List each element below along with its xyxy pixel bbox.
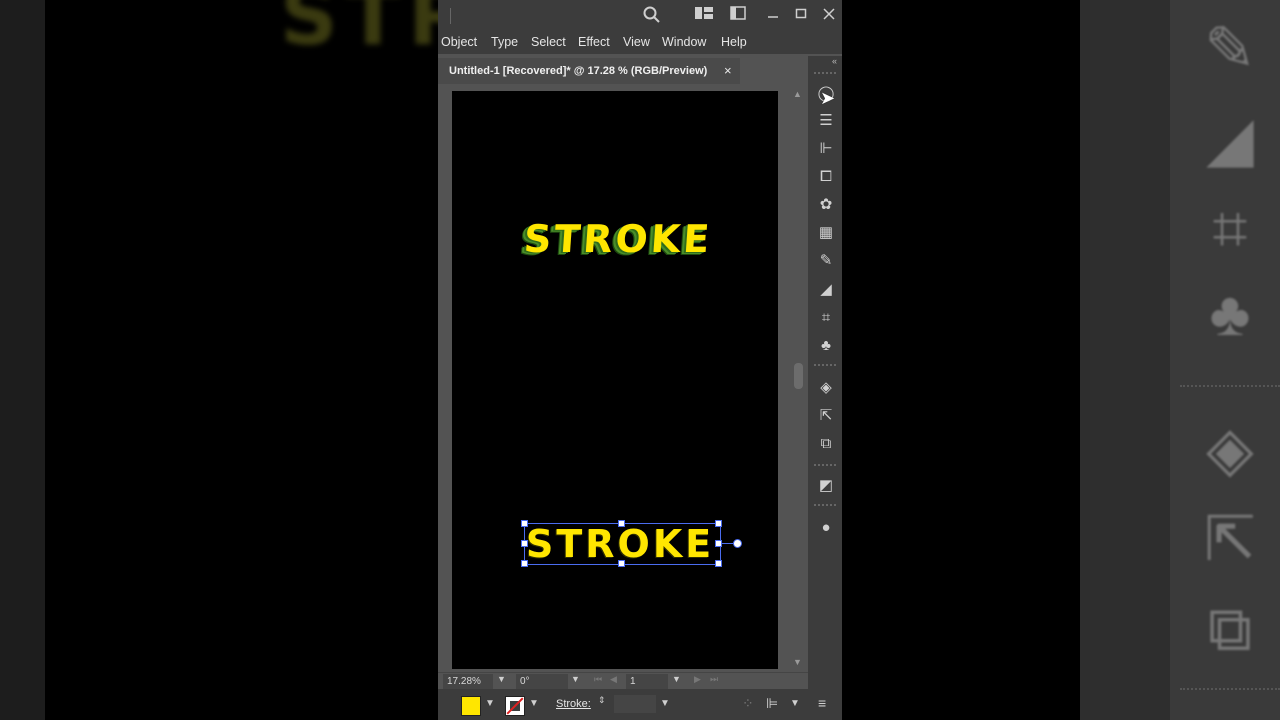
- type-handle-line: [721, 543, 733, 544]
- close-icon[interactable]: [820, 6, 838, 26]
- ghost-symbols-icon: ♣: [1209, 280, 1251, 349]
- fill-dropdown-icon[interactable]: ▼: [485, 698, 495, 709]
- menu-type[interactable]: Type: [491, 35, 518, 49]
- artboard[interactable]: STROKE STROKE: [452, 91, 778, 669]
- selection-handle[interactable]: [715, 520, 722, 527]
- panel-separator: [814, 504, 836, 510]
- minimize-icon[interactable]: [764, 6, 782, 26]
- ghost-transform-icon: ⌗: [1212, 195, 1248, 264]
- menu-list-icon[interactable]: ≡: [818, 695, 826, 711]
- scroll-down-icon[interactable]: ▼: [793, 657, 802, 667]
- selection-handle[interactable]: [715, 560, 722, 567]
- rotation-dropdown-icon[interactable]: ▼: [571, 674, 580, 684]
- document-tab-bar: Untitled-1 [Recovered]* @ 17.28 % (RGB/P…: [438, 56, 808, 85]
- artboards-icon[interactable]: ⧠: [816, 167, 836, 187]
- panel-dock: « ◯ ☰ ⊩ ⧠ ✿ ▦ ✎ ◢ ⌗ ♣ ◈ ⇱ ⧉ ◩ ●: [808, 56, 842, 689]
- graphic-styles-icon[interactable]: ●: [816, 518, 836, 538]
- artboard-dropdown-icon[interactable]: ▼: [672, 674, 681, 684]
- swatches-icon[interactable]: ▦: [816, 223, 836, 243]
- menu-help[interactable]: Help: [721, 35, 747, 49]
- zoom-dropdown-icon[interactable]: ▼: [497, 674, 506, 684]
- panel-separator: [814, 72, 836, 78]
- stroke-weight-dropdown-icon[interactable]: ▼: [660, 698, 670, 709]
- selection-handle[interactable]: [618, 560, 625, 567]
- brushes-icon[interactable]: ✎: [816, 251, 836, 271]
- scroll-up-icon[interactable]: ▲: [793, 89, 802, 99]
- symbols-icon[interactable]: ♣: [816, 336, 836, 356]
- export-icon[interactable]: ⇱: [816, 406, 836, 426]
- align-dropdown-icon[interactable]: ▼: [790, 698, 800, 709]
- stroke-dropdown-icon[interactable]: ▼: [529, 698, 539, 709]
- ghost-pathfinder-icon: ⧉: [1207, 595, 1253, 664]
- stroke-stepper-icon[interactable]: ⇕: [598, 695, 606, 706]
- selection-handle[interactable]: [521, 520, 528, 527]
- menu-select[interactable]: Select: [531, 35, 566, 49]
- vertical-scrollbar[interactable]: ▲ ▼: [790, 85, 806, 672]
- next-artboard-icon[interactable]: ▶: [694, 674, 701, 685]
- tab-close-icon[interactable]: ×: [724, 63, 732, 78]
- document-tab[interactable]: Untitled-1 [Recovered]* @ 17.28 % (RGB/P…: [438, 58, 740, 84]
- background-left: STROKE: [0, 0, 678, 720]
- mouse-cursor-icon: ➤: [820, 88, 836, 108]
- selection-handle[interactable]: [521, 540, 528, 547]
- transparency-icon[interactable]: ◩: [816, 476, 836, 496]
- ghost-brushes-icon: ✎: [1204, 15, 1256, 84]
- menu-window[interactable]: Window: [662, 35, 706, 49]
- ghost-export-icon: ⇱: [1204, 505, 1256, 574]
- maximize-icon[interactable]: [792, 6, 810, 26]
- gradient-icon[interactable]: ◢: [816, 280, 836, 300]
- previous-artboard-icon[interactable]: ◀: [610, 674, 617, 685]
- stroke-weight-input[interactable]: [614, 695, 656, 713]
- stroke-text-top[interactable]: STROKE: [522, 217, 713, 261]
- title-bar: [438, 0, 842, 32]
- menu-bar: Object Type Select Effect View Window He…: [438, 32, 842, 54]
- type-handle[interactable]: [733, 539, 742, 548]
- selection-handle[interactable]: [521, 560, 528, 567]
- ghost-separator: [1180, 688, 1280, 702]
- ghost-separator: [1180, 385, 1280, 399]
- menu-effect[interactable]: Effect: [578, 35, 610, 49]
- color-guide-icon[interactable]: ✿: [816, 195, 836, 215]
- last-artboard-icon[interactable]: ⏭: [710, 674, 718, 685]
- document-tab-title: Untitled-1 [Recovered]* @ 17.28 % (RGB/P…: [449, 65, 708, 77]
- pathfinder-icon[interactable]: ⧉: [816, 434, 836, 454]
- zoom-field[interactable]: 17.28%: [443, 674, 493, 689]
- canvas-area[interactable]: STROKE STROKE ▲ ▼: [438, 85, 808, 672]
- status-bar: 17.28% ▼ 0° ▼ ⏮ ◀ 1 ▼ ▶ ⏭: [438, 672, 808, 690]
- menu-view[interactable]: View: [623, 35, 650, 49]
- align-options-icon[interactable]: ⊫: [766, 695, 778, 712]
- background-left-strip: [0, 0, 45, 720]
- first-artboard-icon[interactable]: ⏮: [594, 674, 602, 685]
- selection-bounding-box[interactable]: [524, 523, 721, 565]
- workspace-icon[interactable]: [694, 6, 714, 26]
- properties-icon[interactable]: ☰: [816, 111, 836, 131]
- control-bar: ▼ ▼ Stroke: ⇕ ▼ ⁘ ⊫ ▼ ≡: [438, 689, 842, 720]
- layers-icon[interactable]: ◈: [816, 378, 836, 398]
- ghost-layers-icon: ◈: [1206, 415, 1254, 484]
- grid-icon[interactable]: ⁘: [742, 695, 754, 712]
- panel-separator: [814, 464, 836, 470]
- selection-handle[interactable]: [618, 520, 625, 527]
- panel-separator: [814, 364, 836, 370]
- stroke-label[interactable]: Stroke:: [556, 698, 591, 710]
- title-bar-separator: [450, 8, 451, 24]
- arrange-icon[interactable]: [728, 6, 748, 26]
- rotation-field[interactable]: 0°: [516, 674, 568, 689]
- menu-object[interactable]: Object: [441, 35, 477, 49]
- align-icon[interactable]: ⊩: [816, 139, 836, 159]
- artboard-number-field[interactable]: 1: [626, 674, 668, 689]
- illustrator-window: Object Type Select Effect View Window He…: [438, 0, 842, 720]
- fill-color-swatch[interactable]: [461, 696, 481, 716]
- stroke-color-swatch[interactable]: [505, 696, 525, 716]
- search-icon[interactable]: [642, 6, 662, 26]
- collapse-panels-icon[interactable]: «: [832, 56, 837, 66]
- ghost-gradient-icon: ◢: [1206, 105, 1254, 174]
- transform-icon[interactable]: ⌗: [816, 308, 836, 328]
- scrollbar-thumb[interactable]: [794, 363, 803, 389]
